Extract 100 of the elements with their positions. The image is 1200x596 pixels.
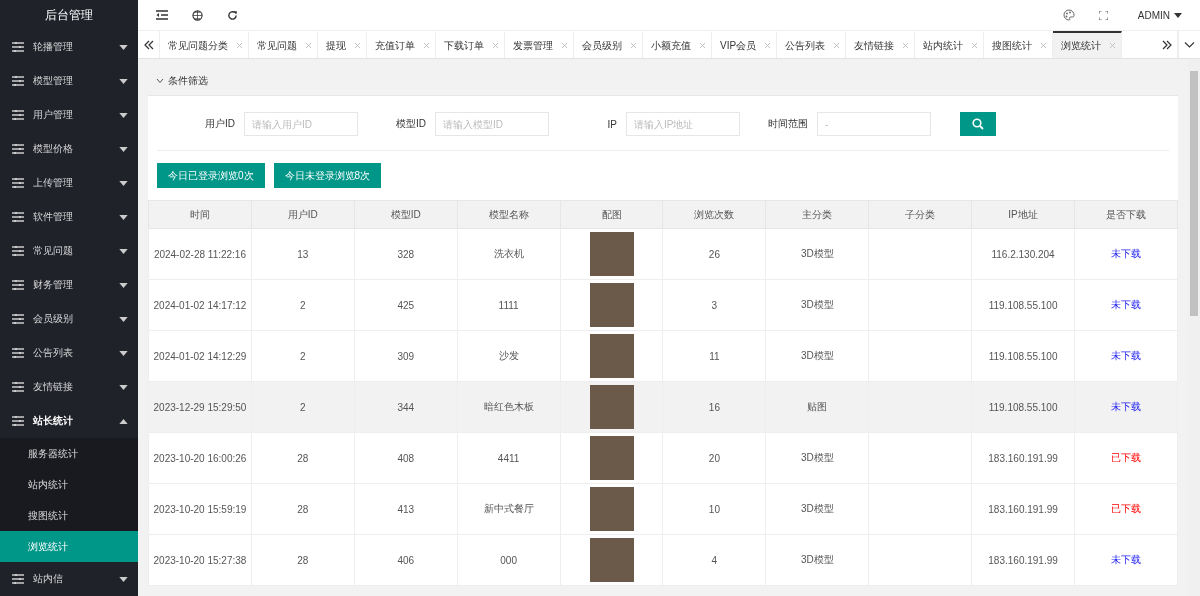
field-label: 用户ID — [204, 117, 236, 131]
user-menu[interactable]: ADMIN — [1137, 9, 1170, 21]
page-tab[interactable]: 提现 — [318, 31, 367, 58]
sidebar-item[interactable]: 友情链接 — [0, 370, 138, 404]
table-cell: 119.108.55.100 — [971, 381, 1075, 433]
submenu-item[interactable]: 服务器统计 — [0, 438, 138, 469]
table-cell: 000 — [457, 534, 561, 586]
table-cell: 28 — [251, 534, 355, 586]
download-status: 已下载 — [1111, 503, 1141, 514]
table-cell: 28 — [251, 483, 355, 535]
input-field[interactable]: - — [817, 112, 931, 136]
column-header: 时间 — [148, 200, 252, 229]
table-cell: 2 — [251, 279, 355, 331]
page-tab[interactable]: 站内统计 — [915, 31, 985, 58]
page-tab[interactable]: 友情链接 — [846, 31, 916, 58]
column-header: 模型名称 — [457, 200, 561, 229]
table-cell: 408 — [354, 432, 458, 484]
sidebar-item[interactable]: 站内信 — [0, 562, 138, 596]
sidebar-item[interactable]: 站长统计 — [0, 404, 138, 438]
table-cell: 10 — [662, 483, 766, 535]
table-cell: 2023-12-29 15:29:50 — [148, 381, 252, 433]
table-cell: 3D模型 — [765, 279, 869, 331]
page-tab[interactable]: 下载订单 — [436, 31, 505, 58]
table-cell: 2023-10-20 15:59:19 — [148, 483, 252, 535]
table-cell: 183.160.191.99 — [971, 483, 1075, 535]
page-tab[interactable]: 会员级别 — [574, 31, 643, 58]
page-tab[interactable]: 常见问题 — [249, 31, 318, 58]
table-cell: 3D模型 — [765, 483, 869, 535]
download-status: 已下载 — [1111, 452, 1141, 463]
table-cell: 328 — [354, 228, 458, 280]
table-cell: 3 — [662, 279, 766, 331]
table-cell: 3D模型 — [765, 228, 869, 280]
table-cell: 183.160.191.99 — [971, 534, 1075, 586]
table-cell: 贴图 — [765, 381, 869, 433]
table-cell: 1111 — [457, 279, 561, 331]
column-header: 用户ID — [251, 200, 355, 229]
table-cell: 新中式餐厅 — [457, 483, 561, 535]
sidebar-item[interactable]: 上传管理 — [0, 166, 138, 200]
table-cell: 洗衣机 — [457, 228, 561, 280]
page-tab[interactable]: VIP会员 — [712, 31, 778, 58]
table-cell: 119.108.55.100 — [971, 279, 1075, 331]
page-tab[interactable]: 充值订单 — [367, 31, 436, 58]
filter-panel-header[interactable]: 条件筛选 — [148, 67, 1178, 96]
table-cell: 2 — [251, 330, 355, 382]
table-cell: 2023-10-20 15:27:38 — [148, 534, 252, 586]
table-cell: 2024-01-02 14:17:12 — [148, 279, 252, 331]
table-cell: 183.160.191.99 — [971, 432, 1075, 484]
sidebar-item[interactable]: 公告列表 — [0, 336, 138, 370]
table-cell: 16 — [662, 381, 766, 433]
table-cell: 116.2.130.204 — [971, 228, 1075, 280]
sidebar-item[interactable]: 财务管理 — [0, 268, 138, 302]
table-cell: 3D模型 — [765, 330, 869, 382]
table-cell: 3D模型 — [765, 432, 869, 484]
page-tab[interactable]: 浏览统计 — [1053, 31, 1123, 58]
download-status: 未下载 — [1111, 299, 1141, 310]
table-cell: 2 — [251, 381, 355, 433]
table-cell: 425 — [354, 279, 458, 331]
field-label: 模型ID — [395, 117, 427, 131]
download-status: 未下载 — [1111, 248, 1141, 259]
input-field[interactable]: 请输入用户ID — [244, 112, 358, 136]
table-cell: 406 — [354, 534, 458, 586]
column-header: 浏览次数 — [662, 200, 766, 229]
submenu-item[interactable]: 搜图统计 — [0, 500, 138, 531]
table-cell: 4411 — [457, 432, 561, 484]
field-label: IP — [606, 118, 618, 130]
table-cell: 13 — [251, 228, 355, 280]
sidebar-item[interactable]: 用户管理 — [0, 98, 138, 132]
sidebar-item[interactable]: 软件管理 — [0, 200, 138, 234]
sidebar-item[interactable]: 轮播管理 — [0, 30, 138, 64]
page-tab[interactable]: 常见问题分类 — [160, 31, 249, 58]
submenu-item[interactable]: 浏览统计 — [0, 531, 138, 562]
table-cell: 309 — [354, 330, 458, 382]
table-cell: 344 — [354, 381, 458, 433]
table-cell: 4 — [662, 534, 766, 586]
table-cell: 20 — [662, 432, 766, 484]
table-cell: 2024-02-28 11:22:16 — [148, 228, 252, 280]
sidebar-item[interactable]: 模型价格 — [0, 132, 138, 166]
stat-button[interactable]: 今日未登录浏览8次 — [273, 163, 382, 188]
page-tab[interactable]: 发票管理 — [505, 31, 574, 58]
stat-button[interactable]: 今日已登录浏览0次 — [157, 163, 265, 188]
download-status: 未下载 — [1111, 554, 1141, 565]
table-cell: 413 — [354, 483, 458, 535]
sidebar-item[interactable]: 常见问题 — [0, 234, 138, 268]
sidebar-item[interactable]: 会员级别 — [0, 302, 138, 336]
sidebar-item[interactable]: 模型管理 — [0, 64, 138, 98]
table-cell: 2023-10-20 16:00:26 — [148, 432, 252, 484]
table-cell: 28 — [251, 432, 355, 484]
download-status: 未下载 — [1111, 350, 1141, 361]
column-header: IP地址 — [971, 200, 1075, 229]
column-header: 配图 — [560, 200, 663, 229]
download-status: 未下载 — [1111, 401, 1141, 412]
table-cell: 119.108.55.100 — [971, 330, 1075, 382]
table-cell: 3D模型 — [765, 534, 869, 586]
table-cell: 26 — [662, 228, 766, 280]
table-cell: 2024-01-02 14:12:29 — [148, 330, 252, 382]
submenu-item[interactable]: 站内统计 — [0, 469, 138, 500]
page-tab[interactable]: 公告列表 — [777, 31, 847, 58]
table-cell: 11 — [662, 330, 766, 382]
column-header: 模型ID — [354, 200, 458, 229]
page-tab[interactable]: 小额充值 — [643, 31, 712, 58]
